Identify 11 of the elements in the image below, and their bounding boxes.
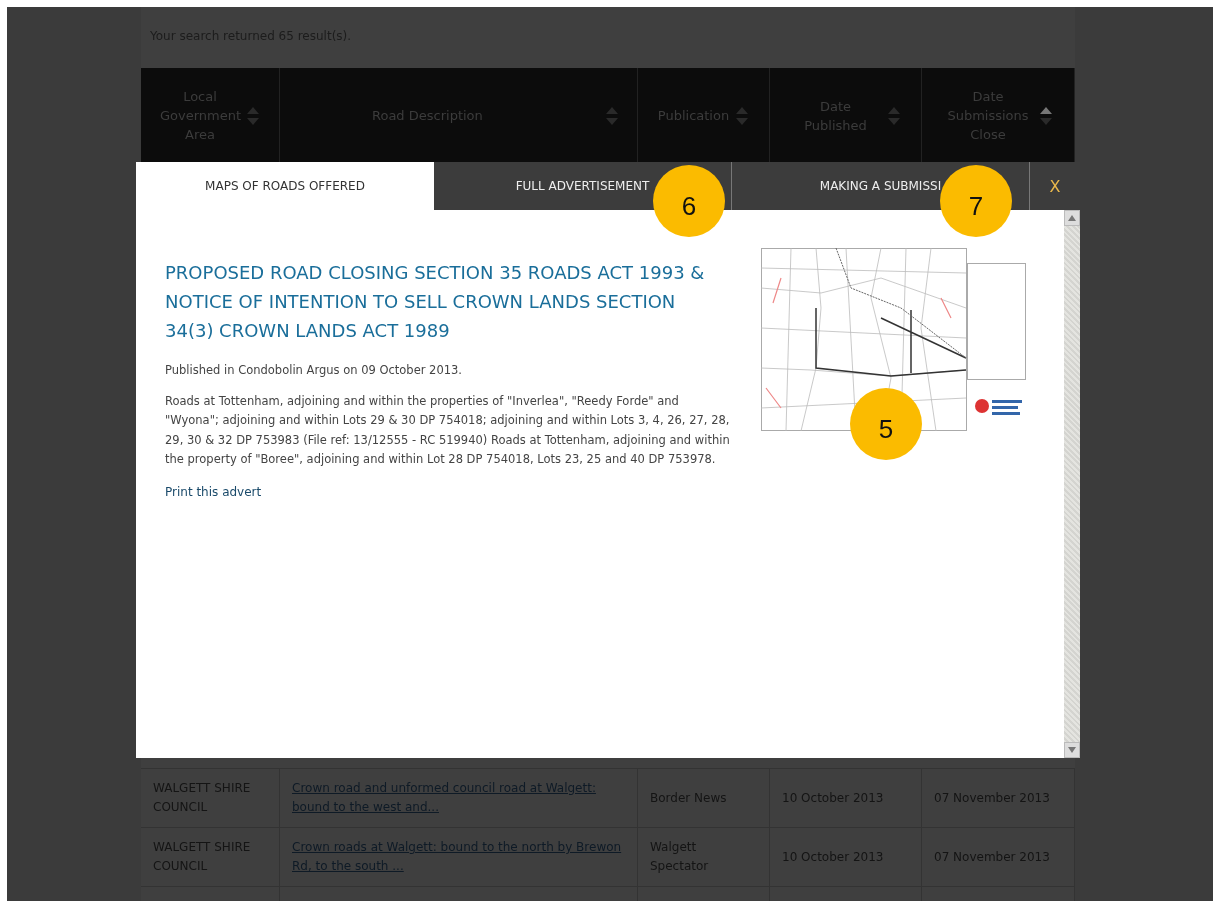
scrollbar[interactable] xyxy=(1064,210,1080,758)
annotation-marker: 5 xyxy=(850,388,922,460)
annotation-marker: 7 xyxy=(940,165,1012,237)
tab[interactable]: MAPS OF ROADS OFFERED xyxy=(136,162,434,210)
advert-text: Roads at Tottenham, adjoining and within the properties of "Inverlea", "Reedy Forde" and "Wyona"; adjoining and within Lots 29 & 30 DP 754018; adjoining and within Lots 3, 4, 26, 27, 28, 29, 30 & 32 DP 753983 (File ref: 13/12555 - RC 519940) Roads at Tottenham, adjoining and within the property of "Boree", adjoining and within Lot 28 DP 754018, Lots 23, 25 and 40 DP 753978. xyxy=(165,392,731,468)
publication-note: Published in Condobolin Argus on 09 October 2013. xyxy=(165,362,464,379)
annotation-marker: 6 xyxy=(653,165,725,237)
print-link[interactable]: Print this advert xyxy=(165,484,262,499)
advert-title: PROPOSED ROAD CLOSING SECTION 35 ROADS ACT 1993 & NOTICE OF INTENTION TO SELL CROWN LANDS SECTION 34(3) CROWN LANDS ACT 1989 xyxy=(165,261,706,343)
scroll-down-icon[interactable] xyxy=(1068,747,1076,753)
scroll-up-icon[interactable] xyxy=(1068,215,1076,221)
